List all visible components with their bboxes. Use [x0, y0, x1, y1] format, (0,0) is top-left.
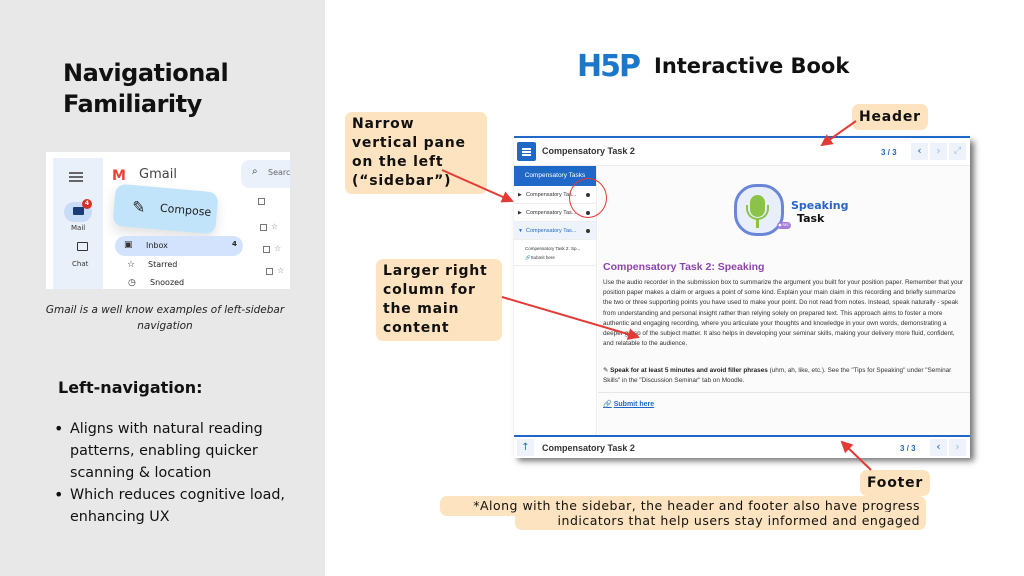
chapter-label: Compensatory Tas...	[526, 228, 577, 234]
checkbox-icon	[263, 246, 270, 253]
menu-button[interactable]	[517, 142, 536, 161]
bullet-item: Which reduces cognitive load, enhancing …	[54, 484, 314, 528]
section-title: Compensatory Task 2: Speaking	[603, 261, 765, 273]
inbox-highlight	[115, 236, 243, 256]
star-icon: ☆	[274, 244, 282, 253]
callout-note-line2: indicators that help users stay informed…	[515, 512, 926, 530]
book-content: ● REC Speaking Task Compensatory Task 2:…	[598, 166, 970, 435]
callout-main-content: Larger right column for the main content	[376, 259, 502, 341]
folder-inbox: Inbox	[146, 241, 168, 250]
sidebar-subsection[interactable]: 🔗Submit here	[514, 253, 596, 262]
footer-progress: 3 / 3	[900, 444, 916, 453]
subheading: Left-navigation:	[58, 378, 203, 397]
pencil-icon: ✎	[131, 197, 147, 218]
chapter-label: Compensatory Tas...	[526, 210, 577, 216]
inbox-icon: ▣	[124, 240, 133, 250]
gmail-screenshot: 4 Mail Chat M Gmail ⌕ Searc ✎ Compose ▣ …	[46, 152, 290, 289]
tip-paragraph: ✎ Speak for at least 5 minutes and avoid…	[603, 366, 965, 386]
link-icon: 🔗	[603, 401, 612, 408]
callout-header: Header	[852, 104, 928, 130]
footer-title: Compensatory Task 2	[542, 443, 635, 453]
star-icon: ☆	[271, 222, 279, 231]
sidebar-chapter-active[interactable]: ▼ Compensatory Tas...	[514, 222, 596, 240]
callout-footer: Footer	[860, 470, 931, 496]
slide-title: Navigational Familiarity	[63, 59, 229, 118]
rec-badge: ● REC	[777, 222, 791, 229]
folder-starred: Starred	[148, 260, 178, 269]
rail-label-mail: Mail	[71, 224, 86, 232]
arrow-up-icon[interactable]: ↑	[517, 439, 534, 456]
compose-button: ✎ Compose	[112, 183, 219, 235]
next-page-button[interactable]: ›	[949, 439, 966, 456]
folder-snoozed: Snoozed	[150, 278, 185, 287]
bullet-list: Aligns with natural reading patterns, en…	[54, 418, 314, 528]
bullet-item: Aligns with natural reading patterns, en…	[54, 418, 314, 484]
logo-word-speaking: Speaking	[791, 199, 849, 212]
chevron-right-icon: ▶	[518, 210, 522, 216]
status-dot-icon	[586, 229, 590, 233]
search-icon: ⌕	[252, 166, 258, 177]
hamburger-icon	[69, 172, 83, 182]
rail-label-chat: Chat	[72, 260, 89, 268]
h5p-title: Interactive Book	[654, 54, 850, 78]
gmail-logo-icon: M	[112, 168, 126, 184]
gmail-search-placeholder: Searc	[268, 168, 290, 177]
gmail-brand: Gmail	[139, 167, 177, 182]
chevron-right-icon: ▶	[518, 192, 522, 198]
gmail-caption: Gmail is a well know examples of left-si…	[45, 304, 285, 332]
star-icon: ☆	[277, 266, 285, 275]
chevron-down-icon: ▼	[518, 228, 523, 234]
book-header: Compensatory Task 2 3 / 3 ‹ › ⤢	[514, 138, 970, 166]
checkbox-icon	[258, 198, 265, 205]
header-title: Compensatory Task 2	[542, 146, 635, 156]
header-progress: 3 / 3	[881, 148, 897, 157]
checkbox-icon	[260, 224, 267, 231]
star-icon: ☆	[127, 260, 136, 270]
left-panel: Navigational Familiarity 4 Mail Chat M G…	[0, 0, 325, 576]
logo-word-task: Task	[797, 212, 825, 225]
callout-sidebar: Narrow vertical pane on the left (“sideb…	[345, 112, 487, 194]
instructions-paragraph: Use the audio recorder in the submission…	[603, 279, 964, 348]
submit-link[interactable]: 🔗 Submit here	[603, 400, 654, 408]
chat-icon	[77, 242, 88, 251]
tip-bold: Speak for at least 5 minutes and avoid f…	[610, 367, 768, 374]
mail-icon	[73, 207, 84, 215]
prev-page-button[interactable]: ‹	[911, 143, 928, 160]
microphone-logo-icon: ● REC	[734, 184, 791, 236]
highlight-circle	[569, 178, 607, 218]
mail-badge: 4	[82, 199, 92, 209]
clock-icon: ◷	[128, 278, 136, 288]
inbox-count: 4	[232, 240, 237, 248]
h5p-logo-icon: H5P	[577, 49, 641, 84]
compose-label: Compose	[159, 201, 212, 219]
sidebar-subsections: Compensatory Task 2: Sp... 🔗Submit here	[514, 240, 596, 266]
sidebar-subsection[interactable]: Compensatory Task 2: Sp...	[514, 244, 596, 253]
fullscreen-icon[interactable]: ⤢	[949, 143, 966, 160]
prev-page-button[interactable]: ‹	[930, 439, 947, 456]
divider	[598, 392, 970, 393]
checkbox-icon	[266, 268, 273, 275]
book-footer: ↑ Compensatory Task 2 3 / 3 ‹ ›	[514, 435, 970, 458]
next-page-button[interactable]: ›	[930, 143, 947, 160]
